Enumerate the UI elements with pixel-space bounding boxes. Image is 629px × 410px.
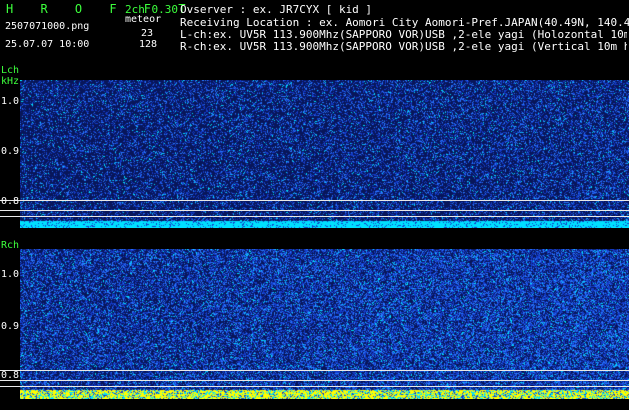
- rch-marker-line: [0, 386, 629, 387]
- rch-freq-label: 0.8: [1, 370, 20, 381]
- lch-description: L-ch:ex. UV5R 113.900Mhz(SAPPORO VOR)USB…: [180, 29, 627, 40]
- rch-description: R-ch:ex. UV5R 113.900Mhz(SAPPORO VOR)USB…: [180, 41, 627, 52]
- lch-spectrogram: [20, 80, 629, 228]
- observer-line: Ovserver : ex. JR7CYX [ kid ]: [180, 3, 373, 16]
- lch-marker-line: [0, 216, 629, 217]
- rch-freq-label: 0.9: [1, 321, 20, 332]
- rch-label: Rch: [1, 240, 20, 251]
- lch-meteor-count: 23: [141, 28, 154, 39]
- rch-meteor-count: 128: [139, 39, 158, 50]
- rch-marker-line: [0, 380, 629, 381]
- timestamp: 25.07.07 10:00: [5, 39, 90, 50]
- lch-freq-label: 1.0: [1, 96, 20, 107]
- rch-freq-label: 1.0: [1, 269, 20, 280]
- rch-marker-line: [0, 370, 629, 371]
- meteor-label: meteor: [125, 14, 162, 25]
- lch-unit-label: kHz: [1, 76, 20, 87]
- lch-marker-line: [0, 200, 629, 201]
- lch-freq-label: 0.9: [1, 146, 20, 157]
- lch-marker-line: [0, 210, 629, 211]
- lch-label: Lch: [1, 65, 20, 76]
- lch-freq-label: 0.8: [1, 196, 20, 207]
- rch-spectrogram: [20, 249, 629, 399]
- file-name: 2507071000.png: [5, 21, 90, 32]
- location-line: Receiving Location : ex. Aomori City Aom…: [180, 16, 629, 29]
